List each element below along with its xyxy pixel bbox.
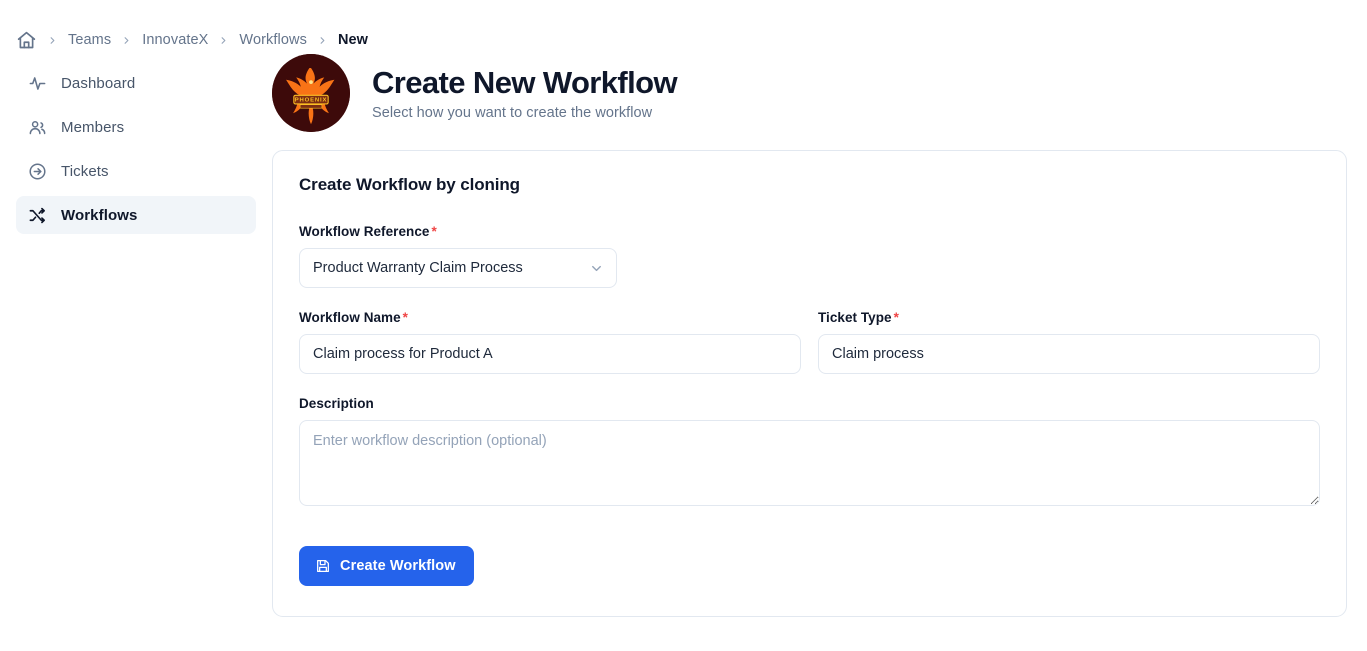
workflow-reference-select[interactable]: Product Warranty Claim Process — [299, 248, 617, 288]
page-subtitle: Select how you want to create the workfl… — [372, 105, 677, 121]
required-marker: * — [894, 310, 899, 325]
breadcrumb-separator — [218, 35, 229, 46]
home-icon[interactable] — [16, 30, 37, 51]
sidebar-item-dashboard[interactable]: Dashboard — [16, 64, 256, 102]
page-title: Create New Workflow — [372, 65, 677, 101]
label-text: Workflow Reference — [299, 224, 429, 239]
shuffle-icon — [28, 206, 47, 225]
required-marker: * — [431, 224, 436, 239]
sidebar-item-label: Workflows — [61, 207, 137, 224]
page-header-text: Create New Workflow Select how you want … — [372, 65, 677, 122]
create-workflow-card: Create Workflow by cloning Workflow Refe… — [272, 150, 1347, 617]
workflow-reference-label: Workflow Reference* — [299, 224, 1320, 239]
workflow-reference-field: Workflow Reference* Product Warranty Cla… — [299, 224, 1320, 288]
sidebar-item-workflows[interactable]: Workflows — [16, 196, 256, 234]
ticket-type-input[interactable] — [818, 334, 1320, 374]
sidebar-item-tickets[interactable]: Tickets — [16, 152, 256, 190]
chevron-down-icon — [589, 261, 604, 276]
description-field: Description — [299, 396, 1320, 506]
label-text: Ticket Type — [818, 310, 892, 325]
sidebar-item-label: Members — [61, 119, 124, 136]
breadcrumb-item-new: New — [338, 32, 368, 48]
page-header: PHOENIX Create New Workflow Select how y… — [272, 52, 1347, 150]
arrow-right-circle-icon — [28, 162, 47, 181]
users-icon — [28, 118, 47, 137]
save-icon — [315, 558, 331, 574]
required-marker: * — [403, 310, 408, 325]
breadcrumb-separator — [317, 35, 328, 46]
activity-icon — [28, 74, 47, 93]
breadcrumb-separator — [121, 35, 132, 46]
label-text: Workflow Name — [299, 310, 401, 325]
breadcrumb-separator — [47, 35, 58, 46]
workflow-reference-value: Product Warranty Claim Process — [313, 260, 523, 276]
description-textarea[interactable] — [299, 420, 1320, 506]
breadcrumb: Teams InnovateX Workflows New — [0, 0, 1367, 52]
create-workflow-button-label: Create Workflow — [340, 558, 456, 574]
name-and-type-row: Workflow Name* Ticket Type* — [299, 310, 1320, 374]
workflow-name-field: Workflow Name* — [299, 310, 801, 374]
breadcrumb-item-teams[interactable]: Teams — [68, 32, 111, 48]
workflow-name-input[interactable] — [299, 334, 801, 374]
sidebar-item-members[interactable]: Members — [16, 108, 256, 146]
phoenix-logo: PHOENIX — [272, 54, 350, 132]
card-title: Create Workflow by cloning — [299, 175, 1320, 195]
breadcrumb-item-innovatex[interactable]: InnovateX — [142, 32, 208, 48]
ticket-type-label: Ticket Type* — [818, 310, 1320, 325]
create-workflow-button[interactable]: Create Workflow — [299, 546, 474, 586]
svg-text:PHOENIX: PHOENIX — [295, 98, 328, 104]
page-layout: Dashboard Members Tickets — [0, 52, 1367, 617]
sidebar-item-label: Dashboard — [61, 75, 135, 92]
breadcrumb-item-workflows[interactable]: Workflows — [239, 32, 307, 48]
description-label: Description — [299, 396, 1320, 411]
sidebar-item-label: Tickets — [61, 163, 109, 180]
sidebar: Dashboard Members Tickets — [0, 52, 272, 240]
ticket-type-field: Ticket Type* — [818, 310, 1320, 374]
main-content: PHOENIX Create New Workflow Select how y… — [272, 52, 1367, 617]
workflow-name-label: Workflow Name* — [299, 310, 801, 325]
